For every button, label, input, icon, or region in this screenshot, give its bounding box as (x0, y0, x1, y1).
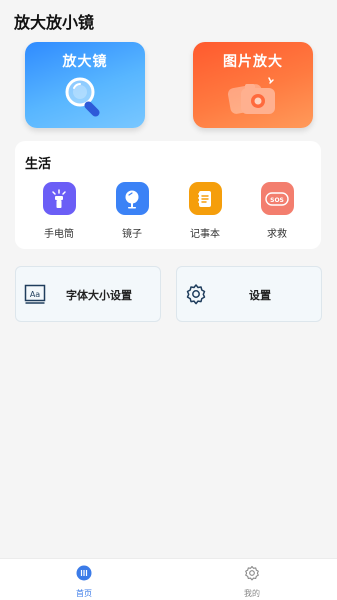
gear-icon (186, 284, 206, 305)
svg-text:SOS: SOS (270, 197, 284, 204)
magnifier-label: 放大镜 (62, 54, 108, 70)
svg-text:Aa: Aa (30, 290, 40, 299)
mirror-icon (115, 182, 149, 215)
life-section: 生活 手电筒 镜子 记事本 SOS 求救 (15, 141, 321, 249)
settings-card[interactable]: 设置 (176, 266, 322, 322)
sos-button[interactable]: SOS 求救 (247, 182, 307, 240)
font-size-settings-card[interactable]: Aa 字体大小设置 (15, 266, 161, 322)
flashlight-button[interactable]: 手电筒 (29, 182, 89, 240)
sos-icon: SOS (260, 182, 294, 215)
magnifier-card[interactable]: 放大镜 (25, 42, 145, 128)
image-zoom-label: 图片放大 (223, 54, 283, 70)
tab-home[interactable]: 首页 (54, 565, 114, 599)
settings-gear-icon (245, 565, 259, 581)
settings-label: 设置 (249, 289, 271, 302)
app-title: 放大放小镜 (14, 13, 95, 32)
notebook-label: 记事本 (190, 229, 220, 240)
mirror-button[interactable]: 镜子 (102, 182, 162, 240)
flashlight-icon (42, 182, 76, 215)
bottom-tab-bar: 首页 我的 (0, 558, 337, 600)
life-title: 生活 (25, 157, 52, 172)
tab-home-label: 首页 (76, 589, 92, 598)
mirror-label: 镜子 (122, 229, 142, 240)
magnifier-icon (25, 74, 145, 120)
notebook-button[interactable]: 记事本 (175, 182, 235, 240)
camera-icon (193, 74, 313, 120)
font-size-icon: Aa (24, 284, 46, 304)
sos-label: 求救 (267, 229, 287, 240)
image-zoom-card[interactable]: 图片放大 (193, 42, 313, 128)
notebook-icon (188, 182, 222, 215)
font-size-settings-label: 字体大小设置 (66, 289, 132, 302)
tab-mine-label: 我的 (244, 589, 260, 598)
flashlight-label: 手电筒 (44, 229, 74, 240)
home-icon (76, 565, 92, 581)
tab-mine[interactable]: 我的 (222, 565, 282, 599)
